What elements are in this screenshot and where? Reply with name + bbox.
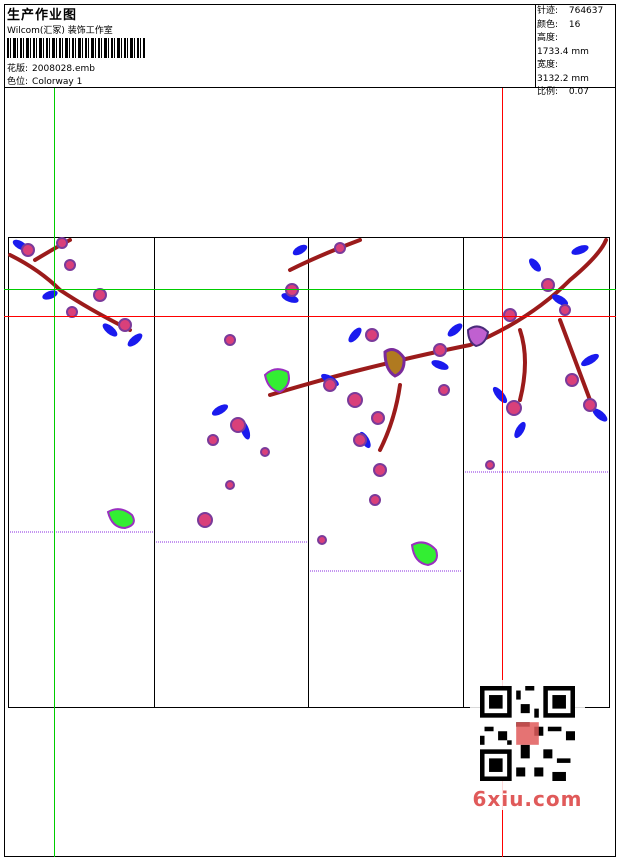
- flower: [353, 433, 367, 447]
- flower: [373, 463, 387, 477]
- flower: [225, 480, 235, 490]
- bird-center-bottom: [410, 541, 438, 567]
- leaf: [292, 244, 308, 256]
- flower: [365, 328, 379, 342]
- qr-code-image: [480, 686, 575, 781]
- flower: [565, 373, 579, 387]
- leaf: [529, 258, 541, 272]
- branch-right-drop: [518, 328, 527, 402]
- watermark-text: 6xiu.com: [472, 787, 583, 811]
- leaf: [581, 353, 599, 367]
- flower: [583, 398, 597, 412]
- flower: [197, 512, 213, 528]
- flower: [323, 378, 337, 392]
- bird-perched-right: [466, 325, 490, 348]
- branch-main: [268, 238, 608, 397]
- bird-left-bottom: [106, 508, 135, 530]
- flower: [371, 411, 385, 425]
- flower: [334, 242, 346, 254]
- leaf: [348, 327, 362, 343]
- flower: [347, 392, 363, 408]
- leaf: [514, 421, 526, 439]
- leaf: [127, 333, 143, 347]
- flower: [93, 288, 107, 302]
- branch-top: [288, 238, 362, 272]
- flower: [559, 304, 571, 316]
- flower: [369, 494, 381, 506]
- watermark: 6xiu.com: [470, 680, 585, 811]
- flower: [506, 400, 522, 416]
- flower: [64, 259, 76, 271]
- bird-perched-center: [383, 348, 406, 378]
- bird-perched-left: [263, 368, 290, 394]
- flower: [503, 308, 517, 322]
- flower: [207, 434, 219, 446]
- flower: [230, 417, 246, 433]
- flower: [56, 237, 68, 249]
- leaf: [571, 245, 589, 255]
- flower: [118, 318, 132, 332]
- leaves: [12, 239, 608, 449]
- leaf: [447, 323, 463, 337]
- flower: [433, 343, 447, 357]
- flower: [485, 460, 495, 470]
- leaf: [42, 290, 58, 300]
- flower: [317, 535, 327, 545]
- leaf: [492, 386, 508, 404]
- flower: [21, 243, 35, 257]
- flower: [224, 334, 236, 346]
- birds: [106, 325, 490, 567]
- leaf: [431, 360, 449, 370]
- flower: [66, 306, 78, 318]
- flower: [260, 447, 270, 457]
- flower: [438, 384, 450, 396]
- leaf: [211, 404, 229, 416]
